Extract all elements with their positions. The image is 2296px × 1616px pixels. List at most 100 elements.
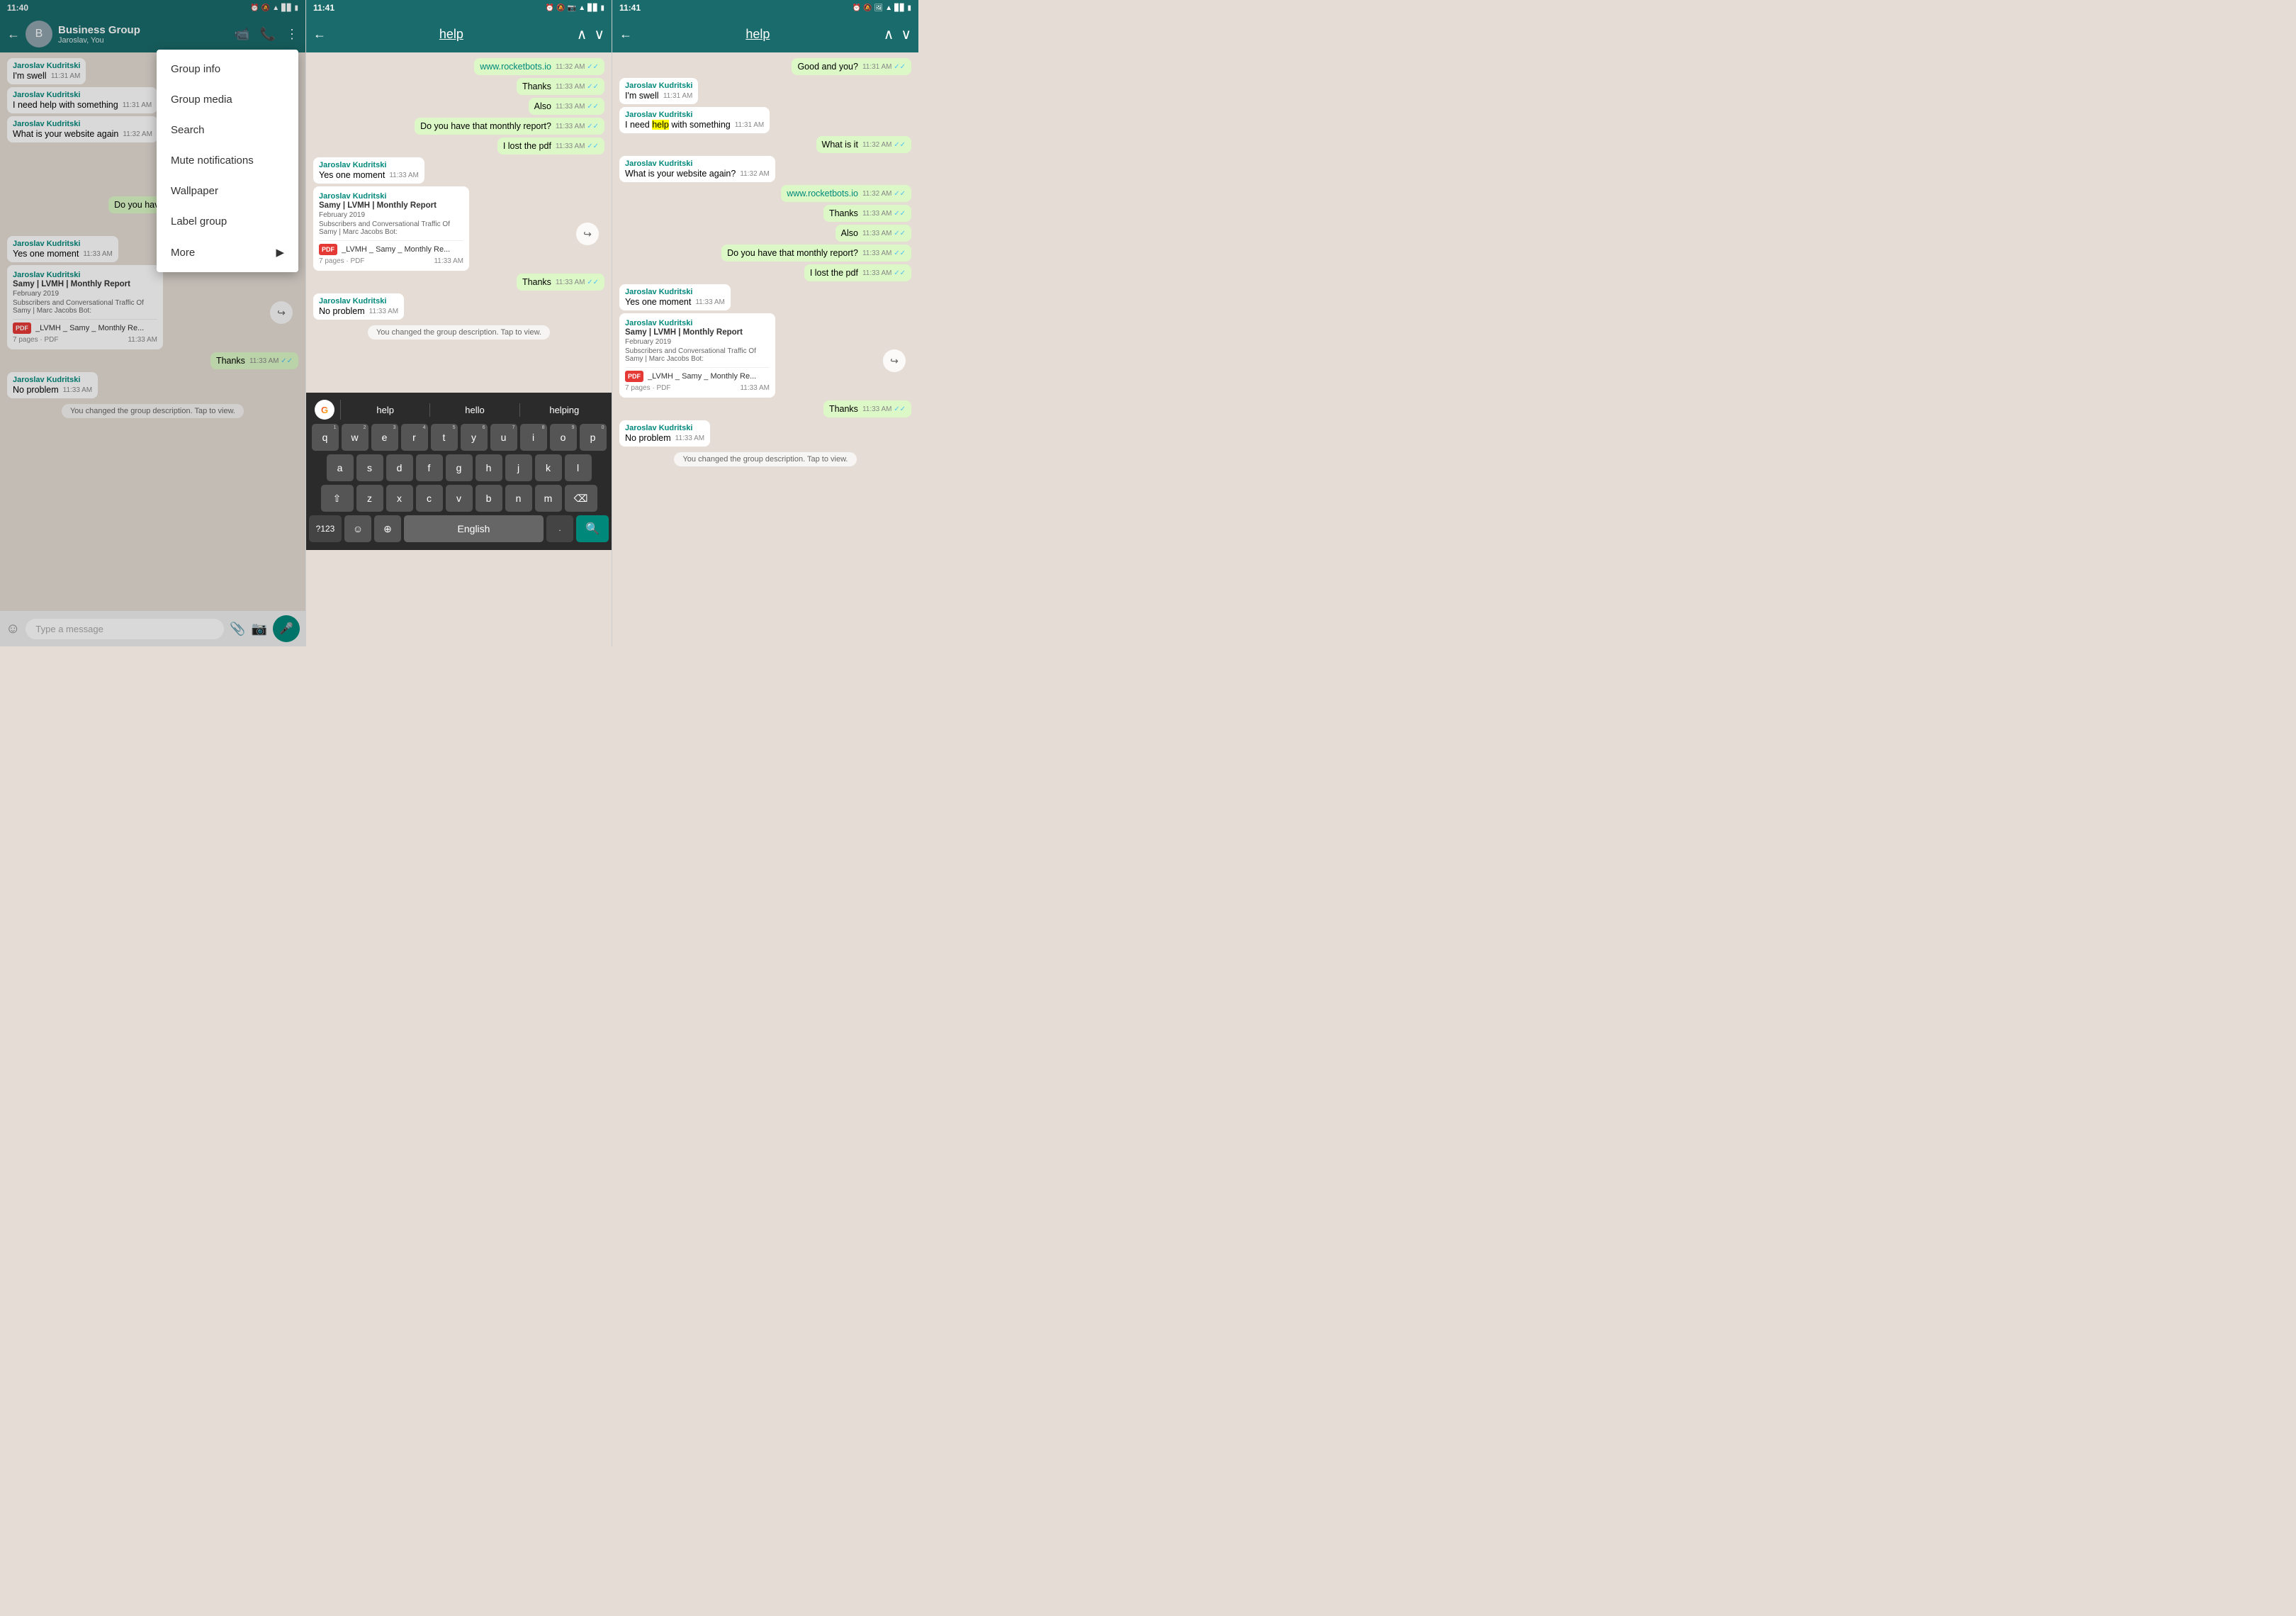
- menu-item-search[interactable]: Search: [157, 115, 298, 145]
- search-query-3[interactable]: help: [638, 27, 878, 42]
- signal-icon-2: ▊▊: [587, 4, 598, 12]
- key-k[interactable]: k: [535, 454, 562, 481]
- bubble: Do you have that monthly report? 11:33 A…: [415, 118, 604, 135]
- key-b[interactable]: b: [475, 485, 502, 512]
- system-message-2: You changed the group description. Tap t…: [368, 325, 550, 340]
- key-e[interactable]: e3: [371, 424, 398, 451]
- suggestion-help[interactable]: help: [341, 403, 430, 417]
- forward-button-2[interactable]: ↪: [576, 223, 599, 245]
- table-row: www.rocketbots.io 11:32 AM ✓✓: [313, 58, 604, 75]
- search-down-icon[interactable]: ∨: [594, 26, 604, 43]
- menu-item-wallpaper[interactable]: Wallpaper: [157, 176, 298, 206]
- key-o[interactable]: o9: [550, 424, 577, 451]
- suggestion-helping[interactable]: helping: [520, 403, 609, 417]
- search-header-3: ← help ∧ ∨: [612, 16, 918, 52]
- status-bar-2: 11:41 ⏰ 🔕 📷 ▲ ▊▊ ▮: [306, 0, 612, 16]
- chat-messages-3: Good and you? 11:31 AM ✓✓ Jaroslav Kudri…: [612, 52, 918, 646]
- table-row: Jaroslav Kudritski I'm swell 11:31 AM: [619, 78, 911, 104]
- suggestion-hello[interactable]: hello: [430, 403, 519, 417]
- dropdown-menu: Group info Group media Search Mute notif…: [157, 50, 298, 272]
- key-z[interactable]: z: [356, 485, 383, 512]
- chat-messages-2: www.rocketbots.io 11:32 AM ✓✓ Thanks 11:…: [306, 52, 612, 393]
- emoji-key[interactable]: ☺: [344, 515, 371, 542]
- key-l[interactable]: l: [565, 454, 592, 481]
- search-up-icon-3[interactable]: ∧: [884, 26, 894, 43]
- key-h[interactable]: h: [475, 454, 502, 481]
- key-x[interactable]: x: [386, 485, 413, 512]
- search-nav-2: ∧ ∨: [577, 26, 604, 43]
- table-row: Jaroslav Kudritski No problem 11:33 AM: [619, 420, 911, 447]
- wifi-icon-3: ▲: [885, 4, 892, 12]
- back-button-2[interactable]: ←: [313, 27, 326, 42]
- table-row: Jaroslav Kudritski What is your website …: [619, 156, 911, 182]
- pdf-bubble-3: Jaroslav Kudritski Samy | LVMH | Monthly…: [619, 313, 775, 398]
- numbers-key[interactable]: ?123: [309, 515, 342, 542]
- backspace-key[interactable]: ⌫: [565, 485, 597, 512]
- table-row: Do you have that monthly report? 11:33 A…: [619, 245, 911, 262]
- key-g[interactable]: g: [446, 454, 473, 481]
- search-nav-3: ∧ ∨: [884, 26, 911, 43]
- menu-item-mute[interactable]: Mute notifications: [157, 145, 298, 176]
- key-w[interactable]: w2: [342, 424, 368, 451]
- search-header-2: ← help ∧ ∨: [306, 16, 612, 52]
- space-key[interactable]: English: [404, 515, 544, 542]
- key-s[interactable]: s: [356, 454, 383, 481]
- key-u[interactable]: u7: [490, 424, 517, 451]
- key-d[interactable]: d: [386, 454, 413, 481]
- key-m[interactable]: m: [535, 485, 562, 512]
- wifi-icon-2: ▲: [578, 4, 585, 12]
- time-2: 11:41: [313, 3, 334, 13]
- key-y[interactable]: y6: [461, 424, 488, 451]
- key-t[interactable]: t5: [431, 424, 458, 451]
- table-row: Also 11:33 AM ✓✓: [619, 225, 911, 242]
- table-row: Jaroslav Kudritski Yes one moment 11:33 …: [619, 284, 911, 310]
- battery-icon-3: ▮: [907, 4, 911, 12]
- key-r[interactable]: r4: [401, 424, 428, 451]
- keyboard: G help hello helping q1 w2 e3 r4 t5 y6 u…: [306, 393, 612, 550]
- menu-label-wallpaper: Wallpaper: [171, 185, 218, 197]
- table-row: Jaroslav Kudritski Samy | LVMH | Monthly…: [619, 313, 911, 398]
- key-c[interactable]: c: [416, 485, 443, 512]
- bubble: Thanks 11:33 AM ✓✓: [517, 274, 604, 291]
- key-j[interactable]: j: [505, 454, 532, 481]
- table-row: What is it 11:32 AM ✓✓: [619, 136, 911, 153]
- back-button-3[interactable]: ←: [619, 27, 632, 42]
- bubble: www.rocketbots.io 11:32 AM ✓✓: [781, 185, 911, 202]
- bubble: Thanks 11:33 AM ✓✓: [517, 78, 604, 95]
- period-key[interactable]: .: [546, 515, 573, 542]
- bubble: What is it 11:32 AM ✓✓: [816, 136, 911, 153]
- bell-icon-3: 🔕: [863, 4, 872, 12]
- forward-button-3[interactable]: ↪: [883, 349, 906, 372]
- system-message-3: You changed the group description. Tap t…: [674, 452, 856, 466]
- panel-1: 11:40 ⏰ 🔕 ▲ ▊▊ ▮ ← B Business Group Jaro…: [0, 0, 306, 646]
- table-row: I lost the pdf 11:33 AM ✓✓: [619, 264, 911, 281]
- menu-item-more[interactable]: More ▶: [157, 237, 298, 268]
- menu-item-group-media[interactable]: Group media: [157, 84, 298, 115]
- search-down-icon-3[interactable]: ∨: [901, 26, 911, 43]
- space-label: English: [458, 523, 490, 534]
- menu-item-label-group[interactable]: Label group: [157, 206, 298, 237]
- key-a[interactable]: a: [327, 454, 354, 481]
- table-row: Good and you? 11:31 AM ✓✓: [619, 58, 911, 75]
- key-f[interactable]: f: [416, 454, 443, 481]
- table-row: Thanks 11:33 AM ✓✓: [619, 400, 911, 417]
- bubble: Do you have that monthly report? 11:33 A…: [721, 245, 911, 262]
- alarm-icon-3: ⏰: [852, 4, 861, 12]
- search-query-2[interactable]: help: [332, 27, 571, 42]
- globe-key[interactable]: ⊕: [374, 515, 401, 542]
- shift-key[interactable]: ⇧: [321, 485, 354, 512]
- key-i[interactable]: i8: [520, 424, 547, 451]
- key-v[interactable]: v: [446, 485, 473, 512]
- search-key[interactable]: 🔍: [576, 515, 609, 542]
- key-p[interactable]: p0: [580, 424, 607, 451]
- menu-label-group-media: Group media: [171, 94, 232, 106]
- menu-label-label-group: Label group: [171, 215, 227, 228]
- key-n[interactable]: n: [505, 485, 532, 512]
- submenu-arrow-icon: ▶: [276, 246, 284, 259]
- signal-icon-3: ▊▊: [894, 4, 905, 12]
- battery-icon-2: ▮: [600, 4, 604, 12]
- search-up-icon[interactable]: ∧: [577, 26, 587, 43]
- key-q[interactable]: q1: [312, 424, 339, 451]
- menu-item-group-info[interactable]: Group info: [157, 54, 298, 84]
- bubble: Jaroslav Kudritski I need help with some…: [619, 107, 770, 133]
